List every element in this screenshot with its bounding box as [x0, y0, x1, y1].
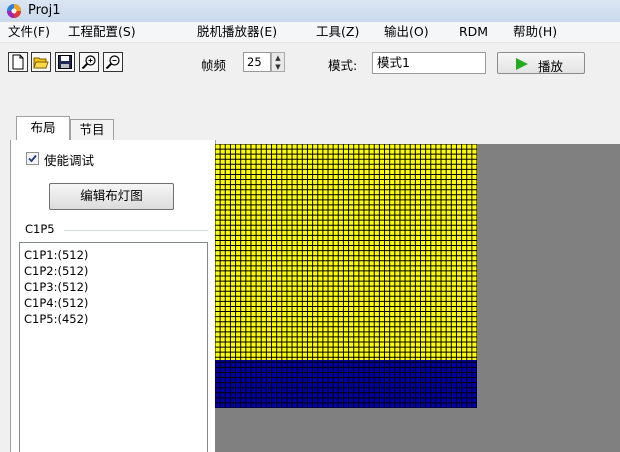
- toolbar: 帧频 25 ▲ ▼ 模式: 模式1 播放: [0, 43, 620, 77]
- app-logo-icon: [7, 4, 21, 18]
- new-file-button[interactable]: [8, 52, 28, 72]
- zoom-out-button[interactable]: [103, 52, 123, 72]
- menu-rdm[interactable]: RDM: [459, 24, 488, 40]
- title-bar: Proj1: [0, 0, 620, 22]
- checkmark-icon: [28, 154, 37, 163]
- app-window: Proj1 文件(F) 工程配置(S) 脱机播放器(E) 工具(Z) 输出(O)…: [0, 0, 620, 452]
- chevron-down-icon[interactable]: ▼: [272, 62, 284, 71]
- list-item[interactable]: C1P4:(512): [24, 295, 88, 311]
- enable-debug-checkbox[interactable]: [26, 152, 39, 165]
- fps-stepper[interactable]: ▲ ▼: [271, 52, 285, 72]
- menu-file[interactable]: 文件(F): [8, 24, 50, 40]
- chevron-up-icon[interactable]: ▲: [272, 53, 284, 62]
- menu-offline-player[interactable]: 脱机播放器(E): [197, 24, 277, 40]
- list-item[interactable]: C1P5:(452): [24, 311, 88, 327]
- panel-tabs: 布局 节目: [0, 116, 214, 141]
- play-icon: [516, 58, 528, 70]
- port-list[interactable]: C1P1:(512) C1P2:(512) C1P3:(512) C1P4:(5…: [19, 242, 208, 452]
- fps-input[interactable]: 25: [243, 52, 271, 72]
- new-file-icon: [12, 54, 24, 70]
- led-grid[interactable]: [215, 144, 477, 408]
- open-folder-icon: [33, 57, 49, 69]
- zoom-in-button[interactable]: [79, 52, 99, 72]
- group-title: C1P5: [23, 222, 57, 236]
- list-item[interactable]: C1P1:(512): [24, 247, 88, 263]
- save-icon: [58, 55, 72, 69]
- edit-layout-button[interactable]: 编辑布灯图: [49, 183, 174, 210]
- menu-tools[interactable]: 工具(Z): [316, 24, 359, 40]
- menu-output[interactable]: 输出(O): [384, 24, 429, 40]
- play-label: 播放: [538, 59, 564, 74]
- open-file-button[interactable]: [31, 52, 51, 72]
- preview-canvas[interactable]: [215, 144, 620, 452]
- lit-region: [215, 144, 477, 360]
- menu-project-config[interactable]: 工程配置(S): [68, 24, 136, 40]
- zoom-in-icon: [81, 55, 96, 70]
- mode-label: 模式:: [328, 58, 358, 73]
- group-divider: [64, 230, 208, 231]
- play-button[interactable]: 播放: [497, 52, 585, 74]
- menu-help[interactable]: 帮助(H): [513, 24, 557, 40]
- list-item[interactable]: C1P3:(512): [24, 279, 88, 295]
- zoom-out-icon: [105, 55, 120, 70]
- list-item[interactable]: C1P2:(512): [24, 263, 88, 279]
- fps-label: 帧频: [201, 58, 227, 73]
- menu-bar: 文件(F) 工程配置(S) 脱机播放器(E) 工具(Z) 输出(O) RDM 帮…: [0, 22, 620, 43]
- window-title: Proj1: [28, 3, 61, 18]
- save-button[interactable]: [55, 52, 75, 72]
- mode-field[interactable]: 模式1: [372, 52, 486, 74]
- enable-debug-label: 使能调试: [44, 153, 95, 168]
- tab-layout[interactable]: 布局: [16, 116, 70, 141]
- tab-program[interactable]: 节目: [70, 119, 114, 141]
